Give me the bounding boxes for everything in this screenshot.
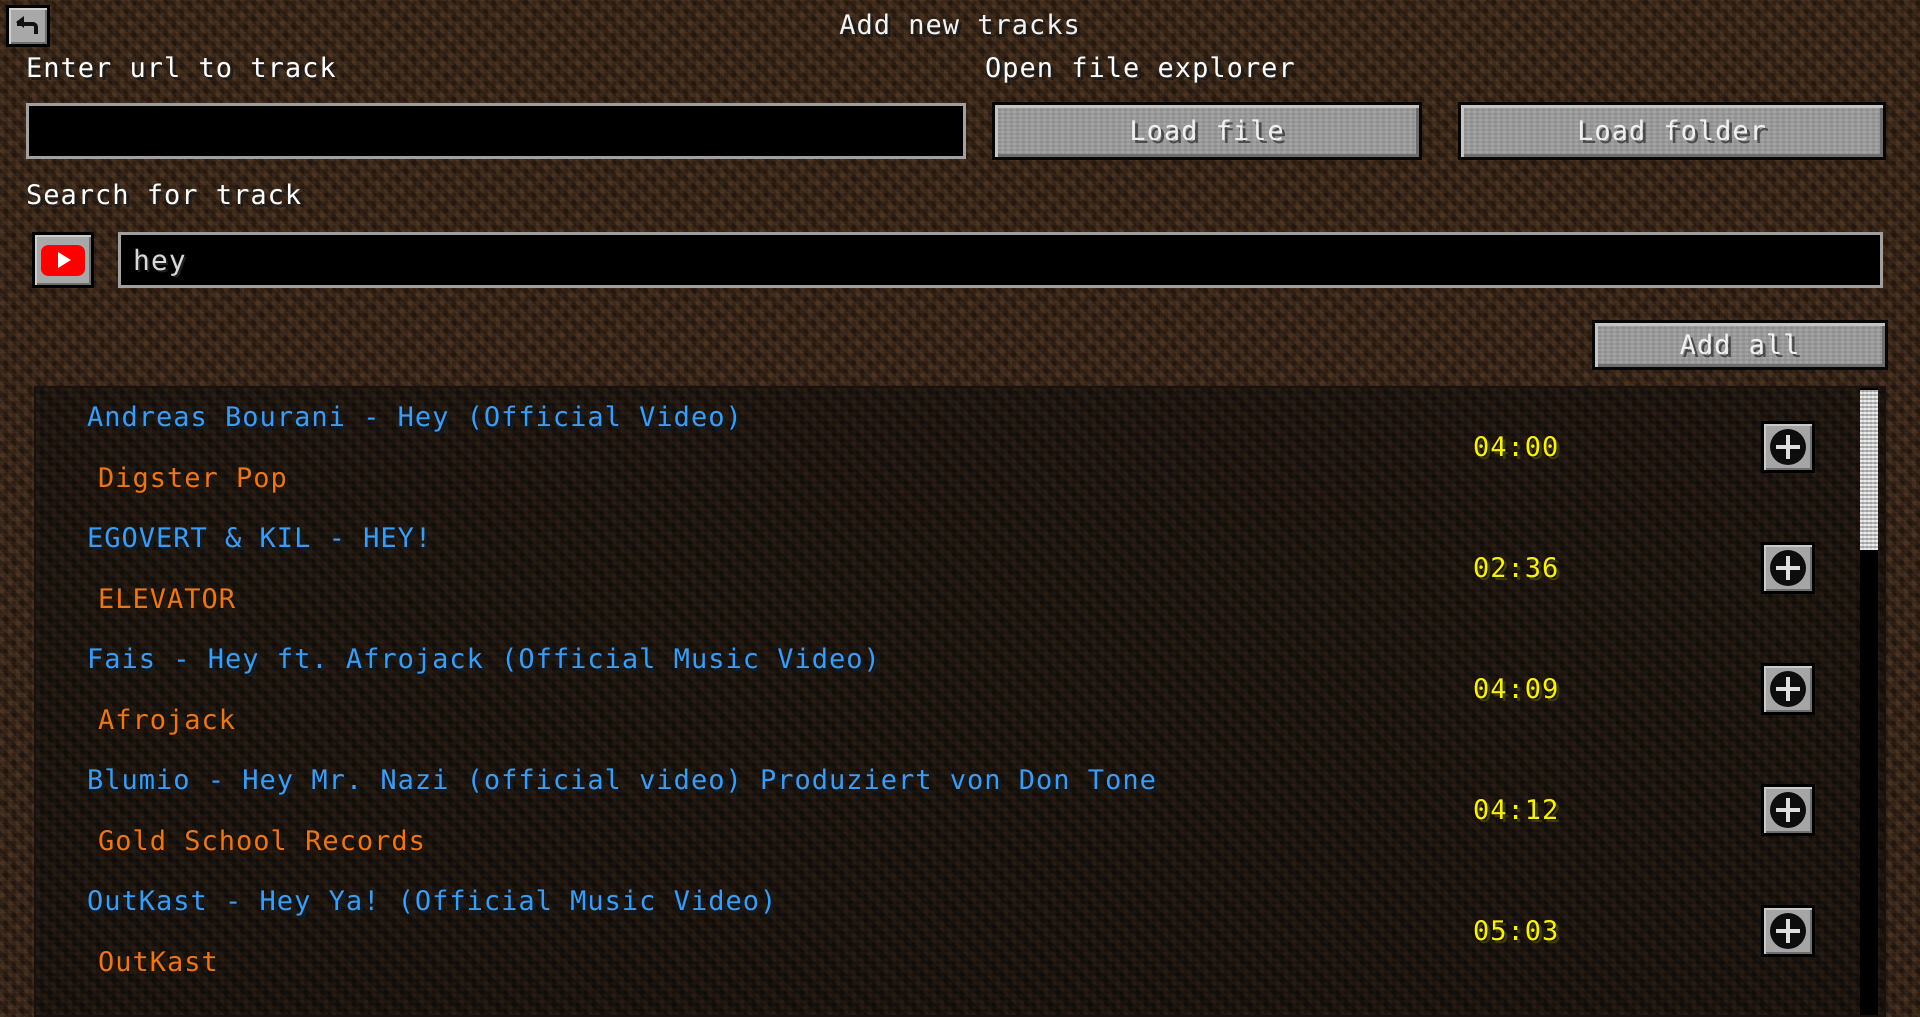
track-channel: Afrojack — [98, 705, 237, 736]
search-input-value: hey — [133, 243, 187, 277]
youtube-source-button[interactable] — [32, 232, 94, 288]
track-row[interactable]: Fais - Hey ft. Afrojack (Official Music … — [36, 630, 1884, 751]
load-folder-label: Load folder — [1577, 115, 1767, 147]
track-title[interactable]: Blumio - Hey Mr. Nazi (official video) P… — [87, 765, 1157, 796]
track-channel: Gold School Records — [98, 826, 426, 857]
page-title: Add new tracks — [839, 10, 1081, 41]
track-channel: Digster Pop — [98, 463, 288, 494]
add-all-label: Add all — [1679, 329, 1801, 361]
add-track-button[interactable] — [1761, 421, 1815, 473]
search-results-list: Andreas Bourani - Hey (Official Video) D… — [34, 386, 1886, 1017]
add-track-button[interactable] — [1761, 905, 1815, 957]
search-section-label: Search for track — [26, 180, 303, 211]
youtube-icon — [41, 244, 85, 276]
track-duration: 04:09 — [1473, 674, 1560, 705]
track-row[interactable]: EGOVERT & KIL - HEY! ELEVATOR 02:36 — [36, 509, 1884, 630]
search-input[interactable]: hey — [118, 232, 1883, 288]
track-duration: 02:36 — [1473, 553, 1560, 584]
track-title[interactable]: OutKast - Hey Ya! (Official Music Video) — [87, 886, 777, 917]
track-duration: 04:12 — [1473, 795, 1560, 826]
results-scrollbar-thumb[interactable] — [1860, 390, 1878, 550]
plus-icon — [1770, 429, 1806, 465]
add-all-button[interactable]: Add all — [1592, 320, 1888, 370]
plus-icon — [1770, 671, 1806, 707]
url-section-label: Enter url to track — [26, 53, 337, 84]
youtube-play-triangle-icon — [58, 252, 71, 268]
track-title[interactable]: Fais - Hey ft. Afrojack (Official Music … — [87, 644, 881, 675]
track-row[interactable]: Blumio - Hey Mr. Nazi (official video) P… — [36, 751, 1884, 872]
track-duration: 04:00 — [1473, 432, 1560, 463]
track-channel: ELEVATOR — [98, 584, 237, 615]
plus-icon — [1770, 913, 1806, 949]
track-duration: 05:03 — [1473, 916, 1560, 947]
plus-icon — [1770, 550, 1806, 586]
track-row[interactable]: Andreas Bourani - Hey (Official Video) D… — [36, 388, 1884, 509]
explorer-section-label: Open file explorer — [985, 53, 1296, 84]
add-track-button[interactable] — [1761, 784, 1815, 836]
add-tracks-screen: Add new tracks Enter url to track Open f… — [0, 0, 1920, 1017]
track-row[interactable]: OutKast - Hey Ya! (Official Music Video)… — [36, 872, 1884, 993]
load-folder-button[interactable]: Load folder — [1458, 102, 1886, 160]
plus-icon — [1770, 792, 1806, 828]
track-channel: OutKast — [98, 947, 219, 978]
add-track-button[interactable] — [1761, 542, 1815, 594]
url-input[interactable] — [26, 103, 966, 159]
results-scrollbar[interactable] — [1860, 388, 1878, 1015]
add-track-button[interactable] — [1761, 663, 1815, 715]
load-file-label: Load file — [1129, 115, 1285, 147]
load-file-button[interactable]: Load file — [992, 102, 1422, 160]
track-title[interactable]: EGOVERT & KIL - HEY! — [87, 523, 432, 554]
track-title[interactable]: Andreas Bourani - Hey (Official Video) — [87, 402, 743, 433]
